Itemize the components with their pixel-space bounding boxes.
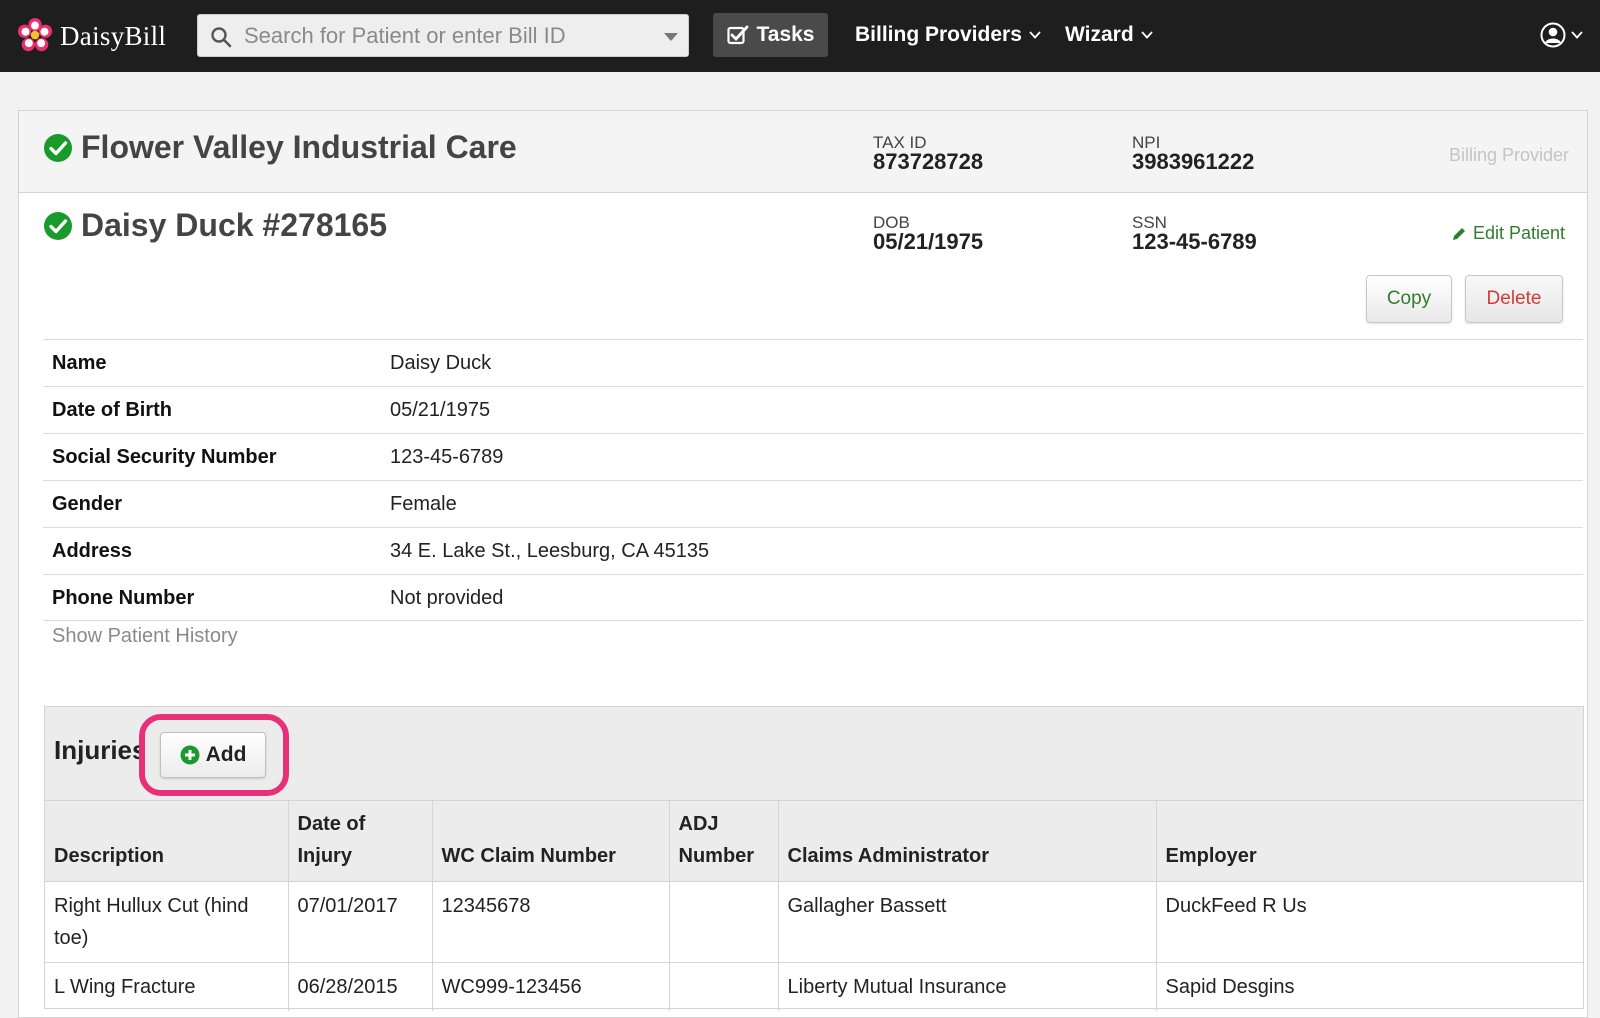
detail-label: Date of Birth bbox=[52, 399, 172, 421]
detail-row-gender: Gender Female bbox=[43, 480, 1583, 527]
detail-label: Name bbox=[52, 352, 107, 374]
verified-check-icon bbox=[44, 212, 72, 240]
delete-button[interactable]: Delete bbox=[1465, 275, 1563, 323]
injury-adj bbox=[669, 881, 779, 963]
tasks-button[interactable]: Tasks bbox=[713, 13, 828, 57]
copy-button[interactable]: Copy bbox=[1366, 275, 1452, 323]
billing-providers-label: Billing Providers bbox=[855, 23, 1022, 46]
search-dropdown-caret-icon[interactable] bbox=[664, 33, 678, 41]
injury-description: Right Hullux Cut (hind toe) bbox=[45, 881, 289, 963]
detail-value: 05/21/1975 bbox=[390, 399, 491, 421]
column-header-employer[interactable]: Employer bbox=[1156, 801, 1583, 882]
add-injury-button[interactable]: Add bbox=[160, 732, 266, 778]
injury-description: L Wing Fracture bbox=[45, 962, 289, 1011]
detail-label: Gender bbox=[52, 493, 123, 515]
top-navbar: DaisyBill Tasks Billing Providers Wizard bbox=[0, 0, 1600, 72]
column-header-date-of-injury[interactable]: Date of Injury bbox=[288, 801, 433, 882]
billing-provider-tag: Billing Provider bbox=[1448, 145, 1569, 165]
chevron-down-icon bbox=[1029, 31, 1041, 39]
table-row[interactable]: Right Hullux Cut (hind toe) 07/01/2017 1… bbox=[45, 881, 1583, 963]
detail-label: Address bbox=[52, 540, 133, 562]
detail-label: Phone Number bbox=[52, 587, 195, 609]
show-patient-history-link[interactable]: Show Patient History bbox=[52, 625, 238, 648]
injuries-title: Injuries bbox=[54, 735, 147, 765]
detail-row-address: Address 34 E. Lake St., Leesburg, CA 451… bbox=[43, 527, 1583, 574]
injury-adj bbox=[669, 962, 779, 1011]
detail-value: Not provided bbox=[390, 587, 504, 609]
ssn-value: 123-45-6789 bbox=[1132, 229, 1257, 254]
tasks-label: Tasks bbox=[756, 23, 815, 46]
injury-date: 07/01/2017 bbox=[288, 881, 433, 963]
injury-employer: DuckFeed R Us bbox=[1156, 881, 1583, 963]
patient-title: Daisy Duck #278165 bbox=[81, 207, 387, 243]
verified-check-icon bbox=[44, 134, 72, 162]
chevron-down-icon bbox=[1140, 31, 1153, 39]
detail-value: 34 E. Lake St., Leesburg, CA 45135 bbox=[390, 540, 710, 562]
injury-administrator: Gallagher Bassett bbox=[778, 881, 1157, 963]
checkbox-icon bbox=[726, 25, 748, 45]
column-header-wc-claim-number[interactable]: WC Claim Number bbox=[432, 801, 670, 882]
search-input[interactable] bbox=[244, 19, 644, 53]
patient-panel: Flower Valley Industrial Care TAX ID 873… bbox=[18, 110, 1588, 1018]
billing-provider-header: Flower Valley Industrial Care TAX ID 873… bbox=[19, 111, 1587, 193]
tax-id-value: 873728728 bbox=[873, 149, 984, 174]
injuries-section: Injuries Add Description Date of Injury … bbox=[44, 706, 1584, 1011]
detail-label: Social Security Number bbox=[52, 446, 277, 468]
detail-value: Daisy Duck bbox=[390, 352, 492, 374]
edit-patient-label: Edit Patient bbox=[1473, 223, 1566, 243]
detail-row-name: Name Daisy Duck bbox=[43, 339, 1583, 386]
injuries-table: Description Date of Injury WC Claim Numb… bbox=[45, 801, 1583, 1011]
brand-name: DaisyBill bbox=[60, 20, 167, 51]
edit-patient-link[interactable]: Edit Patient bbox=[1451, 223, 1565, 244]
search-icon bbox=[211, 27, 232, 48]
detail-row-dob: Date of Birth 05/21/1975 bbox=[43, 386, 1583, 433]
wizard-menu[interactable]: Wizard bbox=[1065, 13, 1154, 57]
npi-value: 3983961222 bbox=[1132, 149, 1255, 174]
pencil-icon bbox=[1453, 227, 1465, 240]
plus-circle-icon bbox=[180, 745, 200, 765]
brand[interactable]: DaisyBill bbox=[16, 16, 166, 56]
detail-value: 123-45-6789 bbox=[390, 446, 504, 468]
provider-name[interactable]: Flower Valley Industrial Care bbox=[81, 129, 517, 166]
detail-row-ssn: Social Security Number 123-45-6789 bbox=[43, 433, 1583, 480]
patient-search[interactable] bbox=[197, 14, 689, 57]
injury-wc-claim: 12345678 bbox=[432, 881, 670, 963]
table-row[interactable]: L Wing Fracture 06/28/2015 WC999-123456 … bbox=[45, 962, 1583, 1011]
patient-details-table: Name Daisy Duck Date of Birth 05/21/1975… bbox=[43, 339, 1583, 621]
injury-employer: Sapid Desgins bbox=[1156, 962, 1583, 1011]
billing-providers-menu[interactable]: Billing Providers bbox=[855, 13, 1042, 57]
injuries-header: Injuries Add bbox=[45, 707, 1583, 801]
dob-value: 05/21/1975 bbox=[873, 229, 984, 254]
injury-wc-claim: WC999-123456 bbox=[432, 962, 670, 1011]
user-menu[interactable] bbox=[1540, 18, 1584, 52]
daisy-logo-icon bbox=[17, 17, 53, 52]
column-header-description[interactable]: Description bbox=[45, 801, 289, 882]
detail-row-phone: Phone Number Not provided bbox=[43, 574, 1583, 621]
injury-administrator: Liberty Mutual Insurance bbox=[778, 962, 1157, 1011]
column-header-claims-administrator[interactable]: Claims Administrator bbox=[778, 801, 1157, 882]
detail-value: Female bbox=[390, 493, 457, 515]
chevron-down-icon bbox=[1571, 31, 1583, 39]
wizard-label: Wizard bbox=[1065, 23, 1134, 46]
add-label: Add bbox=[205, 743, 247, 766]
user-avatar-icon bbox=[1540, 22, 1566, 48]
column-header-adj-number[interactable]: ADJ Number bbox=[669, 801, 779, 882]
injury-date: 06/28/2015 bbox=[288, 962, 433, 1011]
